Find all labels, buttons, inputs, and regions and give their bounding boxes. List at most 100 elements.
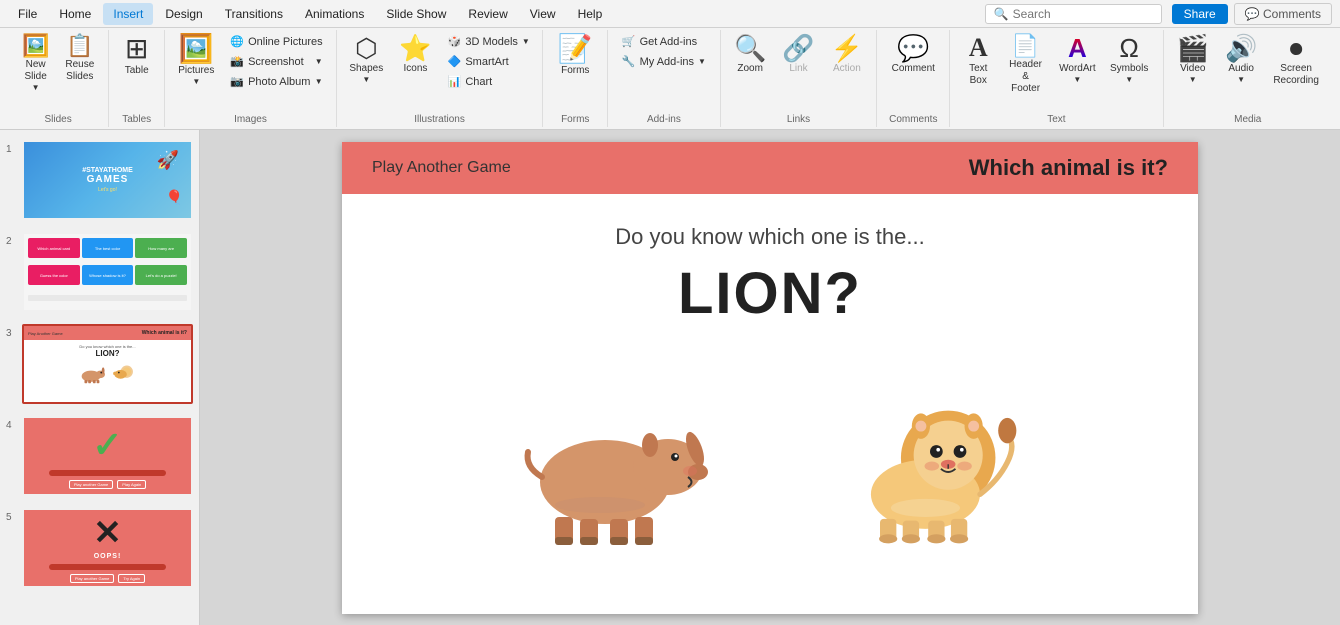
slide-header-right: Which animal is it? — [969, 155, 1168, 181]
canvas-area: Play Another Game Which animal is it? Do… — [200, 130, 1340, 625]
audio-icon: 🔊 — [1225, 35, 1257, 61]
slides-group-label: Slides — [44, 112, 71, 125]
pictures-chevron: ▼ — [192, 77, 200, 86]
my-addins-chevron: ▼ — [698, 57, 706, 66]
header-footer-icon: 📄 — [1012, 35, 1039, 57]
animals-row — [510, 377, 1030, 557]
slide-canvas[interactable]: Play Another Game Which animal is it? Do… — [342, 142, 1198, 614]
slide-image-3[interactable]: Play Another Game Which animal is it? Do… — [22, 324, 193, 404]
slide-image-5[interactable]: ✕ OOPS! Play another Game Try Again — [22, 508, 193, 588]
screen-recording-button[interactable]: ⏺ ScreenRecording — [1266, 32, 1326, 90]
shapes-chevron: ▼ — [362, 75, 370, 84]
illustrations-group-label: Illustrations — [414, 112, 465, 125]
menu-view[interactable]: View — [520, 3, 566, 25]
symbols-icon: Ω — [1119, 35, 1138, 61]
ribbon-group-slides: 🖼️ NewSlide ▼ 📋 ReuseSlides Slides — [8, 30, 109, 127]
new-slide-icon: 🖼️ — [22, 35, 49, 57]
menu-transitions[interactable]: Transitions — [215, 3, 293, 25]
zoom-button[interactable]: 🔍 Zoom — [727, 32, 773, 78]
table-button[interactable]: ⊞ Table — [117, 32, 157, 80]
video-chevron: ▼ — [1189, 75, 1197, 84]
menu-home[interactable]: Home — [49, 3, 101, 25]
forms-button[interactable]: 📝 Forms — [551, 32, 600, 80]
comment-ribbon-icon: 💬 — [897, 35, 929, 61]
menu-help[interactable]: Help — [568, 3, 613, 25]
action-button: ⚡ Action — [824, 32, 870, 78]
menu-animations[interactable]: Animations — [295, 3, 374, 25]
reuse-slides-icon: 📋 — [66, 35, 93, 57]
ribbon: 🖼️ NewSlide ▼ 📋 ReuseSlides Slides ⊞ Tab… — [0, 28, 1340, 130]
slide-number-5: 5 — [6, 508, 16, 523]
slide-panel: 1 #STAYATHOME GAMES Let's go! 🚀 🎈 2 — [0, 130, 200, 625]
ribbon-group-illustrations: ⬡ Shapes ▼ ⭐ Icons 🎲 3D Models ▼ 🔷 — [337, 30, 544, 127]
search-icon: 🔍 — [994, 7, 1009, 21]
table-icon: ⊞ — [125, 35, 148, 63]
my-addins-icon: 🔧 — [622, 55, 636, 68]
new-slide-button[interactable]: 🖼️ NewSlide ▼ — [15, 32, 56, 95]
reuse-slides-button[interactable]: 📋 ReuseSlides — [58, 32, 101, 86]
ribbon-group-comments: 💬 Comment Comments — [877, 30, 950, 127]
slide-thumb-4[interactable]: 4 ✓ Play another Game Play Again — [4, 414, 195, 498]
menu-review[interactable]: Review — [458, 3, 517, 25]
search-box[interactable]: 🔍 — [985, 4, 1162, 24]
wordart-icon: A — [1068, 35, 1087, 61]
forms-group-label: Forms — [561, 112, 589, 125]
link-icon: 🔗 — [782, 35, 814, 61]
3d-models-button[interactable]: 🎲 3D Models ▼ — [441, 32, 537, 51]
ribbon-group-media: 🎬 Video ▼ 🔊 Audio ▼ ⏺ ScreenRecording Me… — [1164, 30, 1332, 127]
symbols-button[interactable]: Ω Symbols ▼ — [1104, 32, 1155, 87]
menu-design[interactable]: Design — [155, 3, 212, 25]
slide-header: Play Another Game Which animal is it? — [342, 142, 1198, 194]
audio-chevron: ▼ — [1237, 75, 1245, 84]
search-input[interactable] — [1013, 7, 1153, 21]
chart-button[interactable]: 📊 Chart — [441, 72, 537, 91]
pictures-icon: 🖼️ — [179, 35, 214, 63]
wordart-chevron: ▼ — [1073, 75, 1081, 84]
header-footer-button[interactable]: 📄 Header& Footer — [1000, 32, 1051, 98]
online-pictures-button[interactable]: 🌐 Online Pictures — [223, 32, 329, 51]
3d-chevron: ▼ — [522, 37, 530, 46]
smartart-icon: 🔷 — [448, 55, 462, 68]
comment-button[interactable]: 💬 Comment — [885, 32, 942, 78]
slide-number-2: 2 — [6, 232, 16, 247]
screenshot-button[interactable]: 📸 Screenshot ▼ — [223, 52, 329, 71]
menu-file[interactable]: File — [8, 3, 47, 25]
share-button[interactable]: Share — [1172, 4, 1228, 24]
slide-thumb-3[interactable]: 3 Play Another Game Which animal is it? … — [4, 322, 195, 406]
slide-body: Do you know which one is the... LION? — [342, 194, 1198, 587]
menu-insert[interactable]: Insert — [103, 3, 153, 25]
comments-button[interactable]: 💬 Comments — [1234, 3, 1332, 25]
video-button[interactable]: 🎬 Video ▼ — [1170, 32, 1216, 87]
my-addins-button[interactable]: 🔧 My Add-ins ▼ — [615, 52, 713, 71]
wordart-button[interactable]: A WordArt ▼ — [1053, 32, 1102, 87]
pictures-button[interactable]: 🖼️ Pictures ▼ — [171, 32, 221, 89]
icons-icon: ⭐ — [399, 35, 431, 61]
slide-thumb-2[interactable]: 2 Which animal card The best color How m… — [4, 230, 195, 314]
slide-image-4[interactable]: ✓ Play another Game Play Again — [22, 416, 193, 496]
lion-figure — [830, 377, 1030, 557]
smartart-button[interactable]: 🔷 SmartArt — [441, 52, 537, 71]
get-addins-icon: 🛒 — [622, 35, 636, 48]
links-group-label: Links — [787, 112, 810, 125]
zoom-icon: 🔍 — [734, 35, 766, 61]
ribbon-group-addins: 🛒 Get Add-ins 🔧 My Add-ins ▼ Add-ins — [608, 30, 721, 127]
slide-image-1[interactable]: #STAYATHOME GAMES Let's go! 🚀 🎈 — [22, 140, 193, 220]
3d-models-icon: 🎲 — [448, 35, 462, 48]
slide-image-2[interactable]: Which animal card The best color How man… — [22, 232, 193, 312]
menu-bar: File Home Insert Design Transitions Anim… — [0, 0, 1340, 28]
text-box-button[interactable]: A TextBox — [958, 32, 998, 90]
slide-thumb-1[interactable]: 1 #STAYATHOME GAMES Let's go! 🚀 🎈 — [4, 138, 195, 222]
ribbon-group-forms: 📝 Forms Forms — [543, 30, 608, 127]
menu-slideshow[interactable]: Slide Show — [376, 3, 456, 25]
photo-album-button[interactable]: 📷 Photo Album ▼ — [223, 72, 329, 91]
audio-button[interactable]: 🔊 Audio ▼ — [1218, 32, 1264, 87]
icons-button[interactable]: ⭐ Icons — [392, 32, 438, 78]
slide-big-text: LION? — [678, 260, 862, 327]
addins-group-label: Add-ins — [647, 112, 681, 125]
ribbon-group-tables: ⊞ Table Tables — [109, 30, 165, 127]
shapes-button[interactable]: ⬡ Shapes ▼ — [342, 32, 390, 87]
photo-album-chevron: ▼ — [315, 77, 323, 86]
chevron-down-icon: ▼ — [32, 83, 40, 92]
get-addins-button[interactable]: 🛒 Get Add-ins — [615, 32, 713, 51]
slide-thumb-5[interactable]: 5 ✕ OOPS! Play another Game Try Again — [4, 506, 195, 590]
